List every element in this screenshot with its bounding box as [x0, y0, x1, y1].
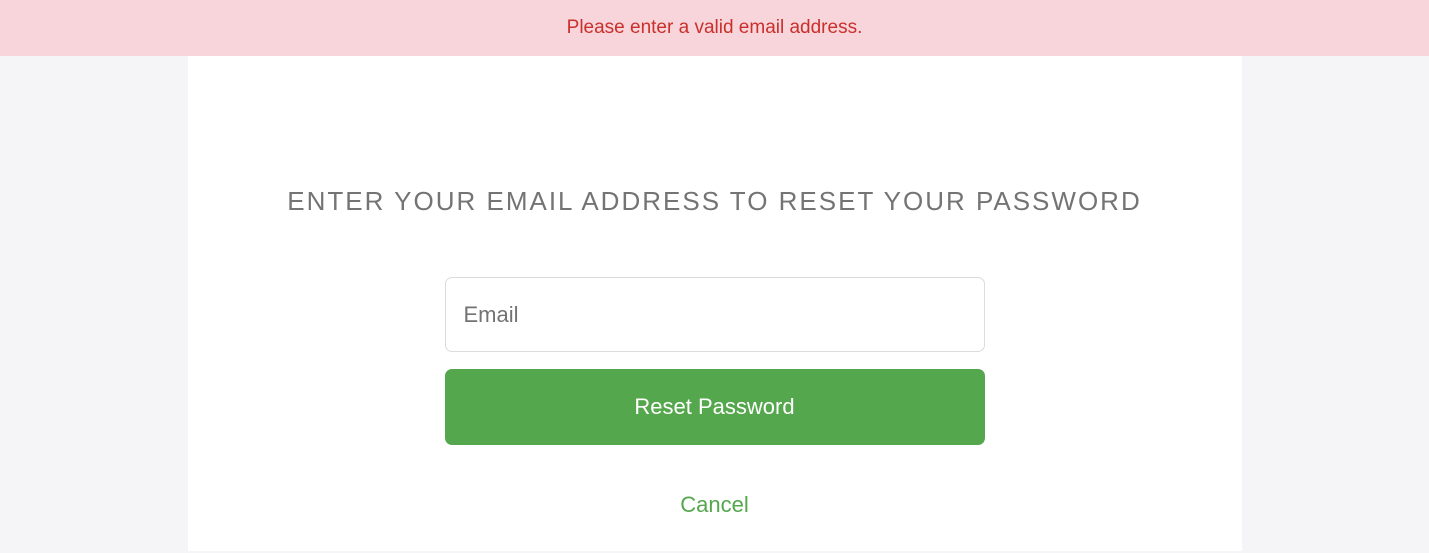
reset-password-button[interactable]: Reset Password	[445, 369, 985, 445]
page-heading: ENTER YOUR EMAIL ADDRESS TO RESET YOUR P…	[188, 184, 1242, 219]
reset-form: Reset Password Cancel	[445, 277, 985, 518]
cancel-link[interactable]: Cancel	[445, 492, 985, 518]
email-field[interactable]	[445, 277, 985, 352]
error-message: Please enter a valid email address.	[567, 17, 863, 38]
error-banner: Please enter a valid email address.	[0, 0, 1429, 56]
reset-password-card: ENTER YOUR EMAIL ADDRESS TO RESET YOUR P…	[188, 56, 1242, 551]
